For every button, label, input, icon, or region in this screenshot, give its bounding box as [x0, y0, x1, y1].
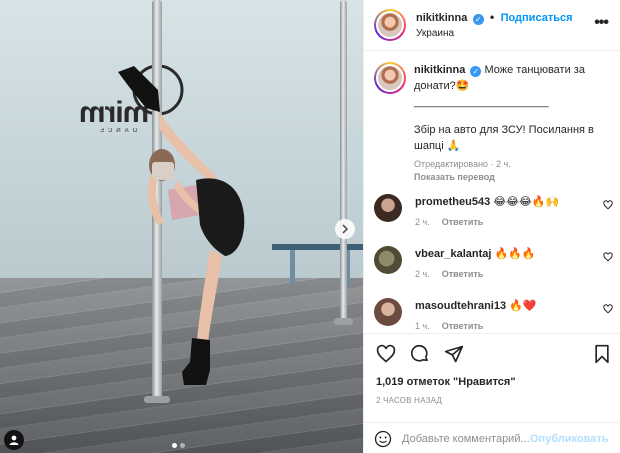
publish-button[interactable]: Опубликовать — [530, 433, 609, 445]
post-time[interactable]: 2 ЧАСОВ НАЗАД — [364, 388, 620, 405]
action-icons-row — [364, 334, 620, 374]
post-header: nikitkinna ✓ • Подписаться Украина ••• — [364, 0, 620, 51]
heart-icon[interactable] — [376, 344, 396, 364]
follow-button[interactable]: Подписаться — [501, 12, 573, 24]
heart-icon[interactable] — [603, 252, 613, 262]
comment-item: vbear_kalantaj 🔥🔥🔥 2 ч. Ответить — [364, 238, 620, 290]
caption-text-line: шапці 🙏 — [414, 140, 461, 152]
caption-edited: Отредактировано · 2 ч. — [414, 159, 511, 169]
more-options-icon[interactable]: ••• — [594, 14, 609, 32]
show-translation-link[interactable]: Показать перевод — [414, 171, 611, 183]
carousel-dot — [180, 443, 185, 448]
likes-count[interactable]: 1,019 отметок "Нравится" — [364, 374, 620, 388]
post-photo[interactable]: mirm DANCE — [0, 0, 363, 453]
caption-username[interactable]: nikitkinna — [414, 64, 465, 76]
caption-text-line: Може танцювати за — [484, 64, 585, 76]
commenter-avatar[interactable] — [374, 194, 402, 222]
heart-icon[interactable] — [603, 200, 613, 210]
verified-badge-icon: ✓ — [472, 13, 484, 25]
post-side-panel: nikitkinna ✓ • Подписаться Украина ••• n… — [363, 0, 620, 453]
post-actions: 1,019 отметок "Нравится" 2 ЧАСОВ НАЗАД О… — [364, 333, 620, 448]
comment-input[interactable] — [402, 432, 530, 445]
commenter-username[interactable]: masoudtehrani13 — [415, 300, 506, 312]
comment-text: 🔥🔥🔥 — [494, 248, 536, 260]
caption-text-line: Збір на авто для ЗСУ! Посилання в — [414, 124, 594, 136]
add-comment-bar: Опубликовать — [364, 422, 620, 453]
verified-badge-icon: ✓ — [470, 66, 482, 77]
emoji-icon[interactable] — [374, 430, 392, 448]
comment-text: 😂😂😂🔥🙌 — [493, 196, 560, 208]
heart-icon[interactable] — [603, 304, 613, 314]
reply-button[interactable]: Ответить — [442, 321, 484, 331]
chevron-right-icon — [342, 224, 349, 234]
carousel-indicator — [172, 443, 185, 448]
comment-time[interactable]: 2 ч. — [415, 269, 430, 279]
comment-time[interactable]: 2 ч. — [415, 217, 430, 227]
author-username[interactable]: nikitkinna — [416, 12, 467, 24]
caption: nikitkinna ✓ Може танцювати за донати?🤩 … — [364, 52, 620, 185]
reply-button[interactable]: Ответить — [442, 217, 484, 227]
comment-text: 🔥❤️ — [509, 300, 537, 312]
separator-dot: • — [490, 9, 495, 24]
comment-icon[interactable] — [410, 344, 430, 364]
bookmark-icon[interactable] — [593, 344, 611, 364]
carousel-next-button[interactable] — [335, 219, 355, 239]
comment-item: prometheu543 😂😂😂🔥🙌 2 ч. Ответить — [364, 186, 620, 238]
tag-person-icon — [9, 435, 19, 445]
commenter-avatar[interactable] — [374, 246, 402, 274]
post-location[interactable]: Украина — [416, 26, 573, 41]
commenter-avatar[interactable] — [374, 298, 402, 326]
comment-time[interactable]: 1 ч. — [415, 321, 430, 331]
commenter-username[interactable]: vbear_kalantaj — [415, 248, 491, 260]
carousel-dot-active — [172, 443, 177, 448]
tag-person-button[interactable] — [4, 430, 24, 450]
commenter-username[interactable]: prometheu543 — [415, 196, 490, 208]
dancer-figure — [118, 66, 245, 385]
caption-divider-line: ______________________ — [414, 96, 549, 108]
reply-button[interactable]: Ответить — [442, 269, 484, 279]
comments-list: prometheu543 😂😂😂🔥🙌 2 ч. Ответить vbear_ka… — [364, 186, 620, 342]
caption-avatar[interactable] — [374, 62, 406, 94]
share-icon[interactable] — [444, 344, 464, 364]
author-avatar[interactable] — [374, 9, 406, 41]
caption-text-line: донати?🤩 — [414, 80, 470, 92]
